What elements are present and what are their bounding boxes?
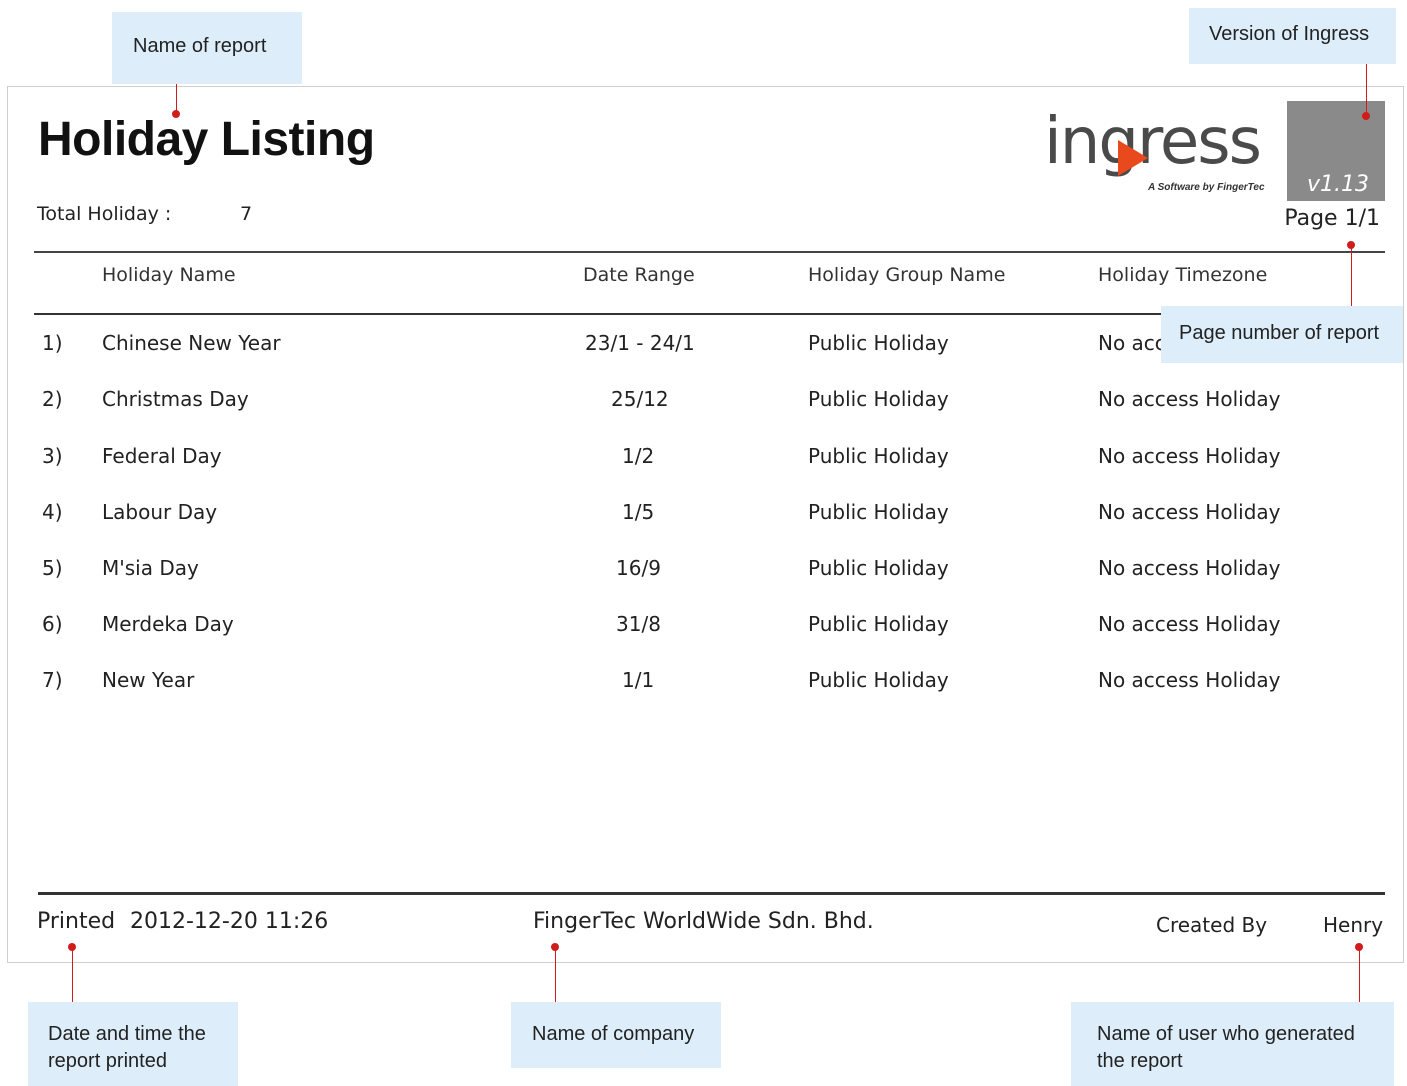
version-label: v1.13	[1306, 172, 1369, 197]
holiday-timezone: No access Holiday	[1098, 612, 1281, 636]
created-by-user: Henry	[1323, 913, 1384, 937]
holiday-timezone: No access Holiday	[1098, 444, 1281, 468]
leader-line	[1359, 947, 1360, 1002]
date-range: 23/1 - 24/1	[585, 331, 695, 355]
holiday-name: New Year	[102, 668, 195, 692]
holiday-timezone: No access Holiday	[1098, 387, 1281, 411]
holiday-timezone: No access Holiday	[1098, 556, 1281, 580]
row-number: 1)	[42, 331, 63, 355]
total-holiday-label: Total Holiday :	[37, 203, 172, 225]
leader-line	[72, 947, 73, 1002]
column-header-holiday-group-name: Holiday Group Name	[808, 264, 1006, 286]
callout-company: Name of company	[511, 1002, 721, 1068]
date-range: 1/2	[622, 444, 655, 468]
row-number: 7)	[42, 668, 63, 692]
callout-user: Name of user who generated the report	[1071, 1002, 1394, 1086]
row-number: 2)	[42, 387, 63, 411]
holiday-name: Labour Day	[102, 500, 218, 524]
report-sheet	[7, 86, 1404, 963]
row-number: 6)	[42, 612, 63, 636]
callout-printed: Date and time the report printed	[28, 1002, 238, 1086]
holiday-name: Federal Day	[102, 444, 222, 468]
holiday-timezone: No access Holiday	[1098, 668, 1281, 692]
callout-version: Version of Ingress	[1189, 8, 1396, 64]
column-header-holiday-name: Holiday Name	[102, 264, 236, 286]
holiday-name: Chinese New Year	[102, 331, 281, 355]
page-number: Page 1/1	[1284, 206, 1380, 231]
callout-page-number: Page number of report	[1161, 306, 1403, 363]
leader-line	[1351, 245, 1352, 306]
total-holiday-value: 7	[240, 203, 253, 225]
column-header-date-range: Date Range	[583, 264, 695, 286]
holiday-timezone: No access Holiday	[1098, 500, 1281, 524]
holiday-group-name: Public Holiday	[808, 331, 949, 355]
printed-label: Printed	[37, 909, 116, 934]
holiday-group-name: Public Holiday	[808, 612, 949, 636]
ingress-logo: ingress A Software by FingerTec	[1044, 110, 1284, 200]
created-by-label: Created By	[1156, 913, 1268, 937]
header-divider	[34, 251, 1385, 253]
holiday-group-name: Public Holiday	[808, 387, 949, 411]
version-badge: v1.13	[1287, 101, 1385, 201]
pointer-dot	[172, 110, 180, 118]
holiday-group-name: Public Holiday	[808, 668, 949, 692]
row-number: 4)	[42, 500, 63, 524]
date-range: 31/8	[616, 612, 661, 636]
holiday-group-name: Public Holiday	[808, 556, 949, 580]
row-number: 3)	[42, 444, 63, 468]
callout-report-name: Name of report	[112, 12, 302, 84]
date-range: 1/1	[622, 668, 655, 692]
logo-tagline: A Software by FingerTec	[1148, 182, 1265, 193]
row-number: 5)	[42, 556, 63, 580]
holiday-group-name: Public Holiday	[808, 444, 949, 468]
company-name: FingerTec WorldWide Sdn. Bhd.	[533, 909, 874, 934]
date-range: 1/5	[622, 500, 655, 524]
column-header-holiday-timezone: Holiday Timezone	[1098, 264, 1268, 286]
date-range: 16/9	[616, 556, 661, 580]
report-title: Holiday Listing	[38, 113, 375, 166]
holiday-group-name: Public Holiday	[808, 500, 949, 524]
footer-divider	[38, 892, 1385, 895]
leader-line	[555, 947, 556, 1002]
holiday-name: Merdeka Day	[102, 612, 234, 636]
play-icon	[1118, 140, 1148, 176]
printed-datetime: 2012-12-20 11:26	[130, 909, 329, 934]
pointer-dot	[1362, 112, 1370, 120]
holiday-name: M'sia Day	[102, 556, 199, 580]
date-range: 25/12	[611, 387, 669, 411]
leader-line	[1366, 64, 1367, 116]
logo-wordmark: ingress	[1044, 105, 1262, 179]
holiday-name: Christmas Day	[102, 387, 249, 411]
